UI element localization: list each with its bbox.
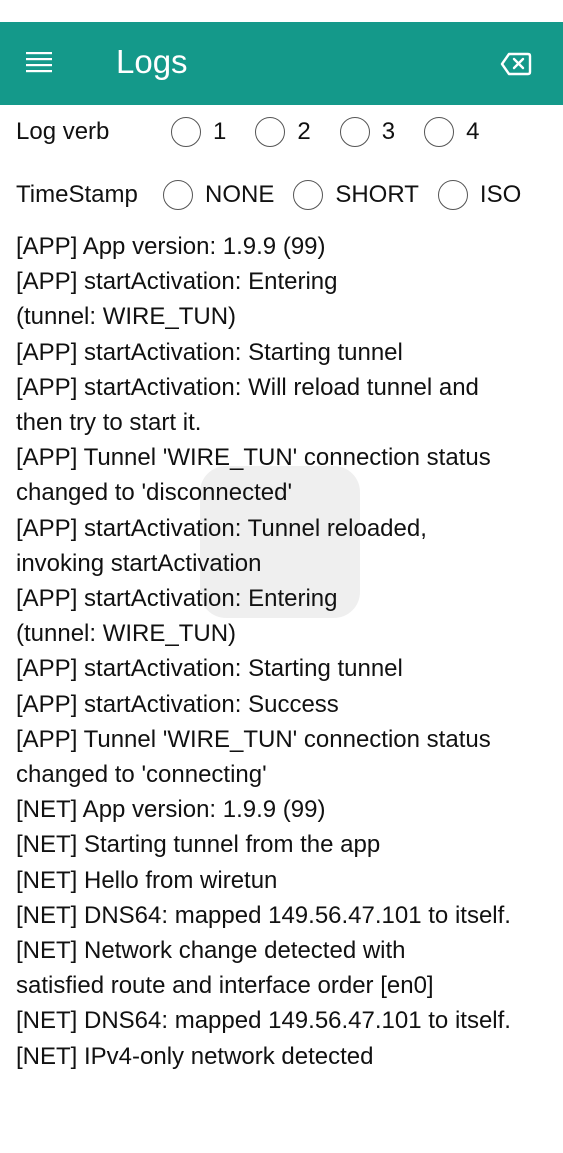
log-line: invoking startActivation	[16, 549, 262, 577]
radio-button[interactable]	[293, 180, 324, 210]
hamburger-menu-icon[interactable]	[22, 48, 56, 78]
radio-button[interactable]	[424, 117, 455, 147]
log-line: [NET] Starting tunnel from the app	[16, 831, 381, 859]
log-line: [APP] startActivation: Entering	[16, 585, 338, 613]
backspace-clear-icon[interactable]	[499, 49, 533, 79]
radio-button[interactable]	[437, 180, 468, 210]
option-label: 2	[297, 118, 311, 145]
log-line: [APP] startActivation: Starting tunnel	[16, 655, 403, 683]
log-line: [APP] Tunnel 'WIRE_TUN' connection statu…	[16, 444, 491, 472]
radio-button[interactable]	[163, 180, 193, 210]
radio-button[interactable]	[171, 117, 201, 147]
log-line: [APP] Tunnel 'WIRE_TUN' connection statu…	[16, 725, 491, 753]
page-title: Logs	[116, 43, 188, 80]
status-bar	[0, 0, 563, 22]
log-verb-row: Log verb 1 2 3 4	[16, 113, 508, 151]
log-verb-option-4[interactable]: 4	[424, 117, 479, 147]
log-line: [APP] App version: 1.9.9 (99)	[16, 233, 326, 260]
timestamp-option-short[interactable]: SHORT	[293, 180, 419, 210]
radio-button[interactable]	[339, 117, 370, 147]
log-line: changed to 'disconnected'	[16, 479, 293, 507]
log-line: [NET] DNS64: mapped 149.56.47.101 to its…	[16, 1007, 511, 1035]
app-bar: Logs	[0, 22, 563, 105]
timestamp-label: TimeStamp	[16, 181, 138, 208]
option-label: SHORT	[335, 181, 419, 208]
timestamp-option-iso[interactable]: ISO	[437, 180, 522, 210]
radio-button[interactable]	[255, 117, 286, 147]
option-label: ISO	[479, 181, 522, 208]
log-line: [APP] startActivation: Will reload tunne…	[16, 373, 479, 401]
log-verb-option-3[interactable]: 3	[339, 117, 396, 147]
option-label: 3	[381, 118, 396, 145]
log-line: (tunnel: WIRE_TUN)	[16, 620, 237, 648]
log-line: [NET] Hello from wiretun	[16, 866, 278, 894]
option-label: NONE	[205, 181, 275, 208]
option-label: 1	[213, 118, 227, 145]
log-line: [APP] startActivation: Entering	[16, 268, 338, 296]
log-line: [APP] startActivation: Starting tunnel	[16, 338, 403, 366]
timestamp-row: TimeStamp NONE SHORT ISO	[16, 176, 540, 214]
log-line: then try to start it.	[16, 409, 202, 437]
log-line: changed to 'connecting'	[16, 761, 267, 789]
log-line: satisfied route and interface order [en0…	[16, 972, 434, 1000]
timestamp-option-none[interactable]: NONE	[163, 180, 274, 210]
log-line: [NET] Network change detected with	[16, 937, 406, 965]
log-verb-label: Log verb	[16, 118, 110, 145]
log-line: [NET] App version: 1.9.9 (99)	[16, 796, 326, 824]
log-line: (tunnel: WIRE_TUN)	[16, 303, 237, 331]
log-verb-option-2[interactable]: 2	[255, 117, 311, 147]
log-line: [APP] startActivation: Tunnel reloaded,	[16, 514, 427, 542]
option-label: 4	[466, 118, 480, 145]
log-line: [APP] startActivation: Success	[16, 690, 339, 718]
log-line: [NET] DNS64: mapped 149.56.47.101 to its…	[16, 901, 511, 929]
log-verb-option-1[interactable]: 1	[171, 117, 226, 147]
log-output: [APP] App version: 1.9.9 (99) [APP] star…	[16, 229, 556, 1074]
log-line: [NET] IPv4-only network detected	[16, 1042, 374, 1070]
